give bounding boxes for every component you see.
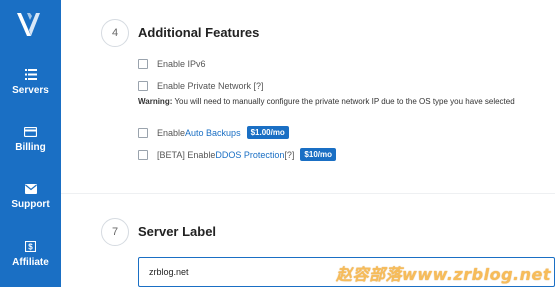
enable-ipv6-option[interactable]: Enable IPv6: [138, 59, 206, 69]
sidebar-item-servers[interactable]: Servers: [0, 69, 61, 96]
main-content: 4 Additional Features Enable IPv6 Enable…: [61, 0, 555, 287]
watermark: 赵容部落www.zrblog.net: [336, 265, 551, 284]
auto-backups-link[interactable]: Auto Backups: [185, 128, 241, 138]
section-title-additional-features: Additional Features: [138, 25, 260, 40]
ddos-checkbox[interactable]: [138, 149, 148, 160]
enable-ddos-protection-option[interactable]: [BETA] Enable DDOS Protection [?] $10/mo: [138, 148, 336, 161]
enable-private-network-option[interactable]: Enable Private Network [?]: [138, 81, 264, 91]
warning-text: You will need to manually configure the …: [172, 97, 515, 106]
ddos-protection-link[interactable]: DDOS Protection: [215, 150, 284, 160]
svg-text:$: $: [28, 243, 33, 252]
ddos-prefix: [BETA] Enable: [157, 149, 216, 160]
auto-backups-price-badge: $1.00/mo: [246, 126, 289, 139]
sidebar-item-billing[interactable]: Billing: [0, 127, 61, 153]
dollar-icon: $: [25, 241, 36, 252]
credit-card-icon: [24, 127, 37, 137]
warning-prefix: Warning:: [138, 97, 173, 106]
envelope-icon: [24, 184, 37, 194]
step-number: 7: [101, 218, 129, 246]
section-divider: [61, 193, 555, 194]
server-label-value: zrblog.net: [149, 267, 189, 277]
ipv6-checkbox[interactable]: [138, 59, 148, 69]
vultr-logo-icon[interactable]: [14, 8, 44, 40]
sidebar-item-support[interactable]: Support: [0, 184, 61, 210]
sidebar-item-label: Support: [11, 199, 50, 210]
ipv6-label: Enable IPv6: [157, 59, 206, 69]
ddos-help[interactable]: [?]: [284, 150, 294, 160]
enable-auto-backups-option[interactable]: Enable Auto Backups $1.00/mo: [138, 126, 289, 139]
sidebar-item-label: Billing: [15, 142, 46, 153]
sidebar: Servers Billing Support $ Affiliate: [0, 0, 61, 287]
auto-backups-prefix: Enable: [157, 127, 186, 138]
section-title-server-label: Server Label: [138, 224, 217, 239]
ddos-price-badge: $10/mo: [300, 148, 336, 161]
auto-backups-checkbox[interactable]: [138, 127, 148, 138]
sidebar-item-label: Servers: [12, 85, 49, 96]
sidebar-item-affiliate[interactable]: $ Affiliate: [0, 241, 61, 268]
step-number: 4: [101, 19, 129, 47]
private-network-warning: Warning: You will need to manually confi…: [138, 97, 555, 106]
private-network-label: Enable Private Network [?]: [157, 81, 264, 91]
private-network-checkbox[interactable]: [138, 81, 148, 91]
server-list-icon: [24, 69, 37, 80]
sidebar-item-label: Affiliate: [12, 257, 49, 268]
